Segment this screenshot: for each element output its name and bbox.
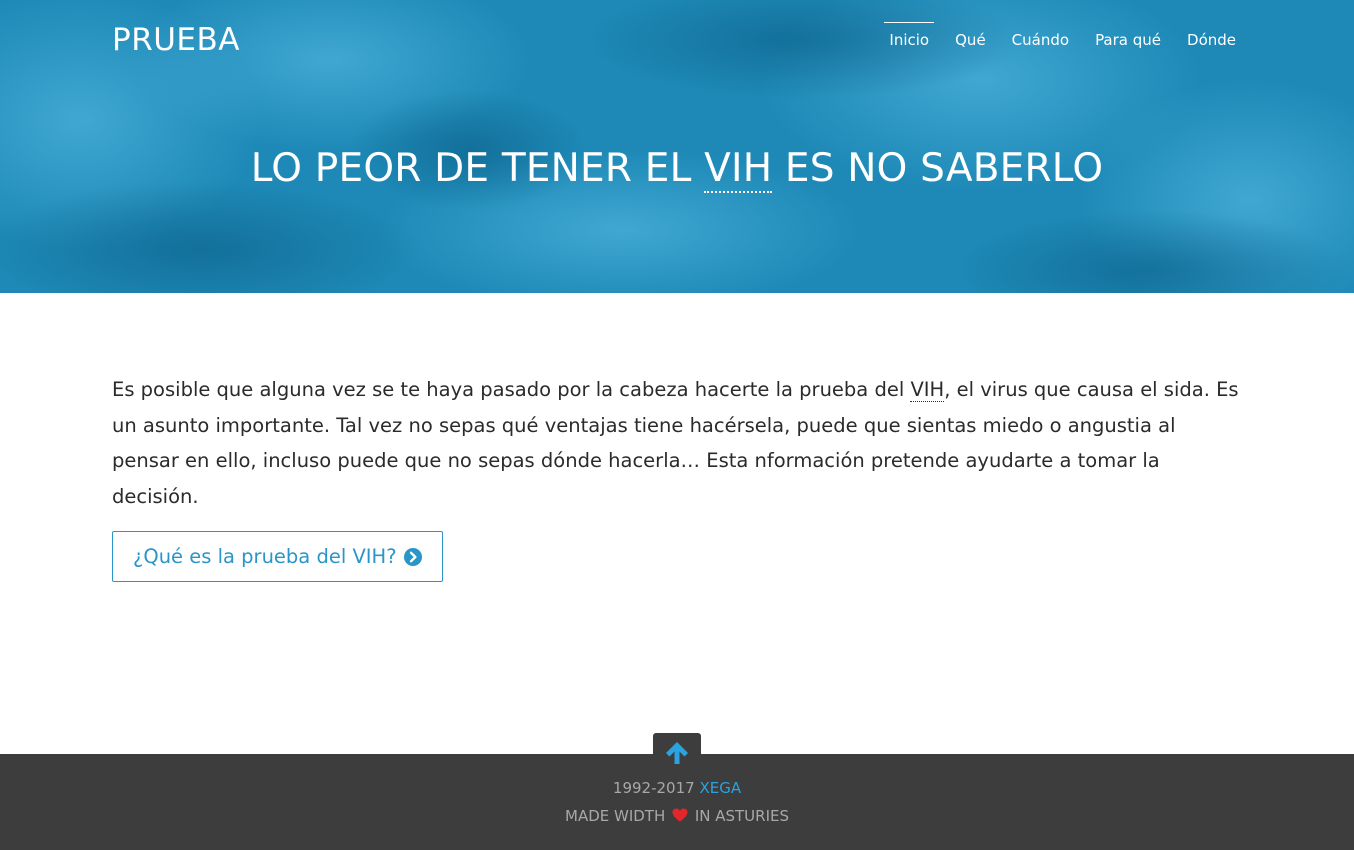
footer-years: 1992-2017 (612, 779, 695, 797)
nav-item-que[interactable]: Qué (950, 22, 991, 56)
hero-title-end: ES NO SABERLO (772, 146, 1104, 191)
hero-title-start: LO PEOR DE TENER EL (250, 146, 705, 191)
cta-label: ¿Qué es la prueba del VIH? (133, 545, 397, 568)
nav-item-donde[interactable]: Dónde (1182, 22, 1241, 56)
heart-icon (672, 808, 688, 822)
nav-item-cuando[interactable]: Cuándo (1007, 22, 1074, 56)
main-content: Es posible que alguna vez se te haya pas… (112, 372, 1242, 582)
nav-item-para-que[interactable]: Para qué (1090, 22, 1166, 56)
nav-item-inicio[interactable]: Inicio (884, 22, 935, 56)
hero-title: LO PEOR DE TENER EL VIH ES NO SABERLO (0, 146, 1354, 193)
intro-text-start: Es posible que alguna vez se te haya pas… (112, 378, 911, 401)
hero-header: PRUEBA Inicio Qué Cuándo Para qué Dónde … (0, 0, 1354, 293)
footer-made-before: MADE WIDTH (565, 807, 666, 825)
back-to-top-button[interactable] (653, 733, 701, 773)
footer-org-link[interactable]: XEGA (699, 779, 741, 797)
hero-title-abbr: VIH (704, 146, 773, 193)
main-nav: Inicio Qué Cuándo Para qué Dónde (868, 22, 1241, 56)
footer-made-after: IN ASTURIES (694, 807, 789, 825)
footer-copyright: 1992-2017 XEGA (0, 779, 1354, 797)
que-es-la-prueba-button[interactable]: ¿Qué es la prueba del VIH? (112, 531, 443, 582)
arrow-up-icon (666, 742, 688, 764)
footer-made-with: MADE WIDTH IN ASTURIES (0, 807, 1354, 825)
intro-paragraph: Es posible que alguna vez se te haya pas… (112, 372, 1242, 514)
intro-abbr: VIH (910, 378, 945, 402)
chevron-circle-right-icon (403, 547, 422, 566)
site-brand-link[interactable]: PRUEBA (112, 22, 240, 58)
